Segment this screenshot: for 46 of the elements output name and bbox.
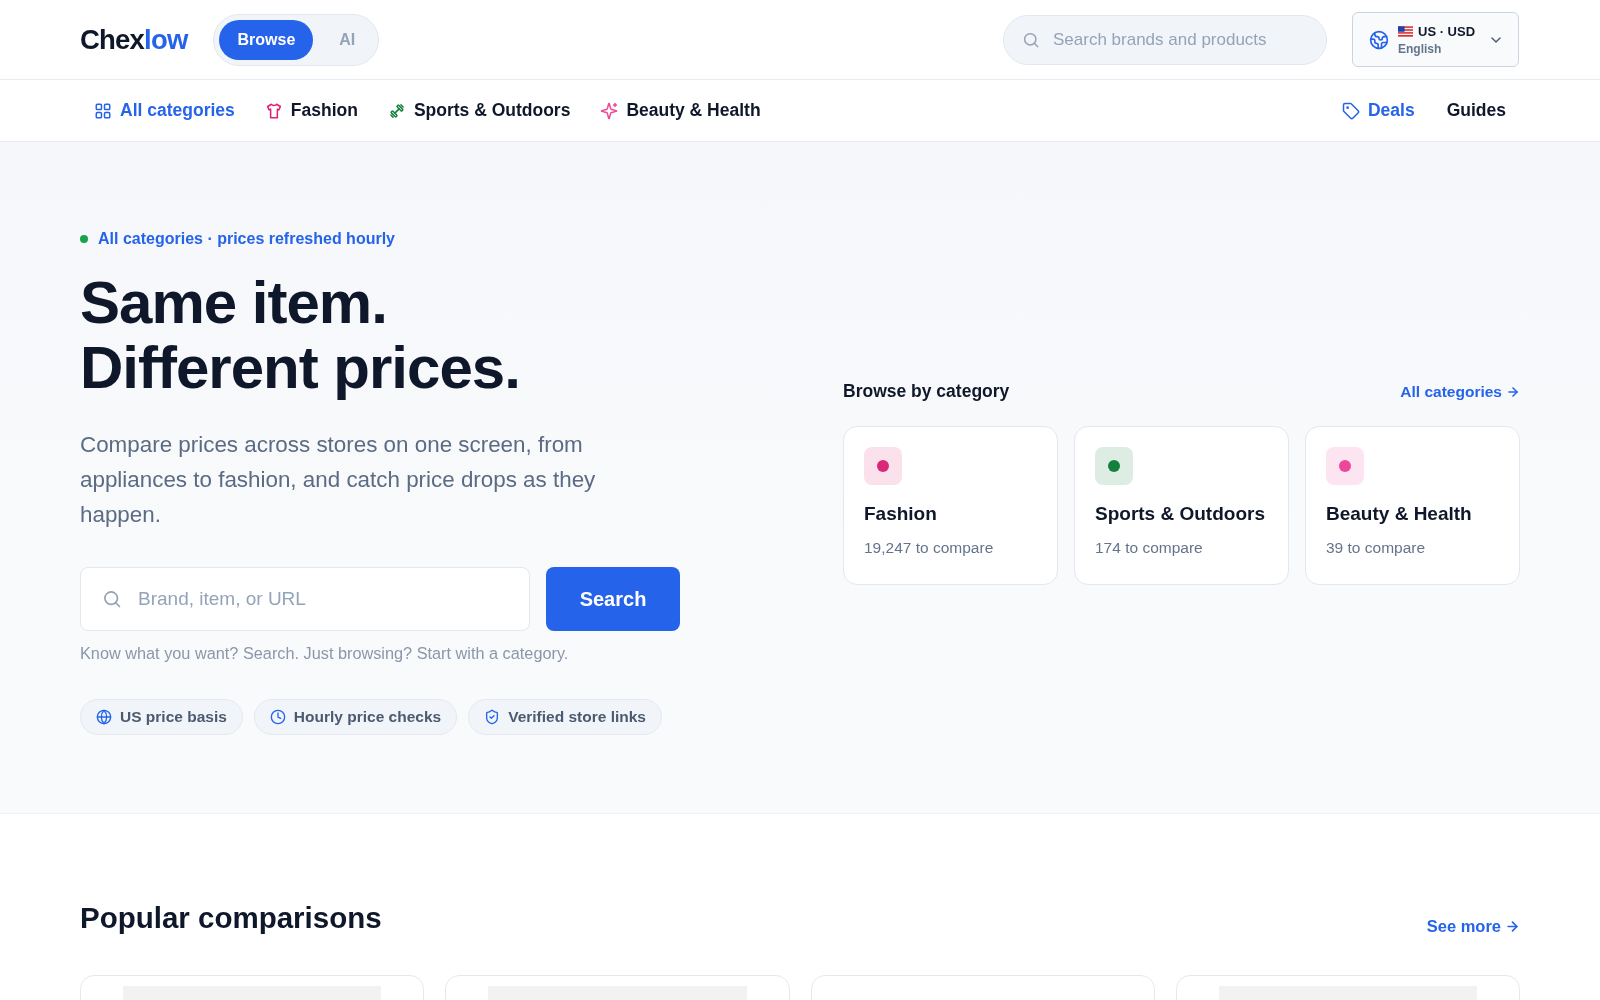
feature-chip: Hourly price checks [253, 699, 458, 735]
clock-icon [269, 709, 286, 725]
deals-link[interactable]: Deals [1327, 92, 1429, 129]
category-name: Sports & Outdoors [1095, 503, 1265, 525]
search-icon [1022, 30, 1040, 49]
feature-chip: Verified store links [468, 699, 662, 735]
search-button[interactable]: Search [546, 567, 680, 631]
arrow-right-icon [1505, 919, 1520, 934]
category-nav-link[interactable]: Fashion [250, 92, 372, 129]
flag-icon [1398, 25, 1413, 37]
category-count: 174 to compare [1095, 539, 1203, 557]
section-title: Browse by category [843, 381, 1010, 402]
locale-button[interactable]: US · USD English [1352, 12, 1519, 67]
shield-check-icon [484, 709, 501, 725]
feature-chip: US price basis [80, 699, 243, 735]
eyebrow-text: All categories · prices refreshed hourly [98, 230, 395, 248]
globe-icon [96, 709, 112, 725]
grid-icon [94, 101, 112, 120]
section-title: Popular comparisons [80, 900, 382, 936]
dumbbell-icon [387, 101, 406, 120]
category-card[interactable]: Beauty & Health 39 to compare [1305, 426, 1520, 585]
tag-icon [1341, 101, 1360, 120]
category-nav-link[interactable]: Sports & Outdoors [373, 92, 585, 129]
category-nav-link[interactable]: All categories [80, 92, 249, 129]
search-field[interactable]: Brand, item, or URL [80, 567, 530, 631]
hero-description: Compare prices across stores on one screen, from appliances to fashion, and catch price drops as they happen. [80, 431, 597, 529]
nav-link[interactable]: Guides [1432, 92, 1520, 129]
sparkle-icon [600, 101, 619, 120]
search-field[interactable]: Search brands and products [1003, 14, 1327, 65]
category-name: Beauty & Health [1326, 503, 1472, 525]
shirt-icon [264, 101, 283, 120]
logo[interactable]: Chexlow [80, 23, 188, 56]
status-dot-icon [80, 235, 88, 243]
search-hint: Know what you want? Search. Just browsing? Start with a category. [80, 644, 570, 663]
category-name: Fashion [864, 503, 937, 525]
globe-icon [1369, 29, 1389, 50]
category-count: 19,247 to compare [864, 539, 994, 557]
category-nav-link[interactable]: Beauty & Health [586, 92, 775, 129]
hero-heading: Same item. Different prices. [80, 270, 521, 400]
category-count: 39 to compare [1326, 539, 1426, 557]
see-more-link[interactable]: See more [1426, 917, 1520, 936]
category-card[interactable]: Sports & Outdoors 174 to compare [1074, 426, 1289, 585]
search-icon [102, 589, 122, 609]
all-categories-link[interactable]: All categories [1400, 382, 1520, 401]
category-card[interactable]: Fashion 19,247 to compare [843, 426, 1058, 585]
mode-tab[interactable]: Browse [219, 19, 314, 60]
